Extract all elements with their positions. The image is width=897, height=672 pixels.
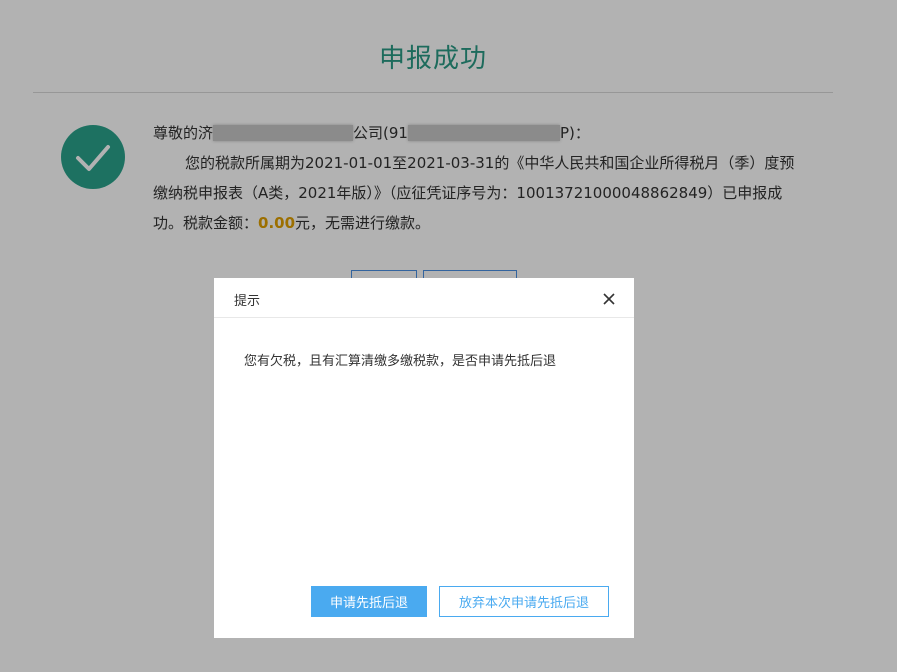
abandon-offset-refund-button[interactable]: 放弃本次申请先抵后退 bbox=[439, 586, 609, 617]
prompt-dialog: 提示 您有欠税，且有汇算清缴多缴税款，是否申请先抵后退 申请先抵后退 放弃本次申… bbox=[214, 278, 634, 638]
dialog-message: 您有欠税，且有汇算清缴多缴税款，是否申请先抵后退 bbox=[244, 354, 557, 369]
apply-offset-refund-button[interactable]: 申请先抵后退 bbox=[311, 586, 427, 617]
dialog-header: 提示 bbox=[214, 278, 634, 318]
dialog-title: 提示 bbox=[234, 294, 261, 309]
close-icon[interactable] bbox=[600, 290, 618, 308]
